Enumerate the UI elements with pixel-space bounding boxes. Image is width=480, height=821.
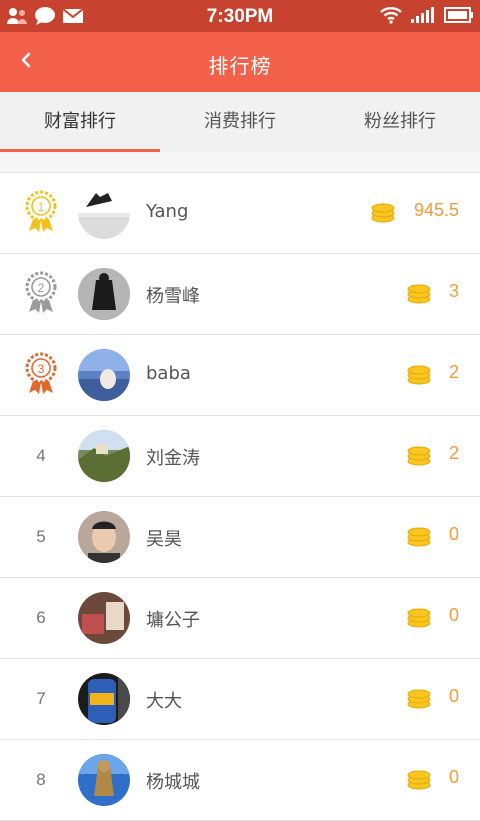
ranking-row[interactable]: 3 baba 2 [0, 335, 480, 416]
ranking-row[interactable]: 2 杨雪峰 3 [0, 254, 480, 335]
user-name: 吴昊 [146, 529, 182, 550]
svg-text:3: 3 [38, 362, 45, 376]
user-name: baba [146, 363, 191, 384]
user-name: 墉公子 [146, 610, 200, 631]
user-name: 大大 [146, 691, 182, 712]
wealth-value: 0 [448, 524, 459, 544]
rank-number: 4 [36, 446, 46, 465]
wifi-icon [380, 6, 402, 28]
wealth-value: 0 [448, 686, 459, 706]
wealth-value: 945.5 [413, 200, 459, 220]
rank-number: 7 [36, 689, 46, 708]
wealth-value: 3 [448, 281, 459, 301]
bronze-medal-icon: 3 [21, 351, 61, 400]
avatar[interactable] [78, 754, 130, 806]
rank-number: 6 [36, 608, 46, 627]
user-name: 刘金涛 [146, 448, 200, 469]
gold-medal-icon: 1 [21, 189, 61, 238]
silver-medal-icon: 2 [21, 270, 61, 319]
coin-stack-icon [370, 201, 396, 227]
user-name: 杨雪峰 [146, 286, 200, 307]
wealth-value: 2 [448, 362, 459, 382]
coin-stack-icon [406, 687, 432, 713]
coin-stack-icon [406, 606, 432, 632]
signal-icon [410, 6, 436, 28]
coin-stack-icon [406, 525, 432, 551]
tab-wealth[interactable]: 财富排行 [0, 92, 160, 152]
ranking-row[interactable]: 7 大大 0 [0, 659, 480, 740]
user-name: Yang [146, 201, 189, 222]
avatar[interactable] [78, 430, 130, 482]
ranking-row[interactable]: 6 墉公子 0 [0, 578, 480, 659]
ranking-row[interactable]: 4 刘金涛 2 [0, 416, 480, 497]
coin-stack-icon [406, 363, 432, 389]
app-header: 排行榜 [0, 32, 480, 92]
ranking-tabs: 财富排行 消费排行 粉丝排行 [0, 92, 480, 152]
rank-number: 8 [36, 770, 46, 789]
wealth-value: 2 [448, 443, 459, 463]
rank-indicator: 1 [14, 189, 68, 238]
ranking-row[interactable]: 1 Yang 945.5 [0, 173, 480, 254]
wealth-value: 0 [448, 767, 459, 787]
ranking-list: 1 Yang 945.5 2 杨雪峰 3 3 baba 2 4 刘金涛 2 5 … [0, 173, 480, 821]
coin-stack-icon [406, 444, 432, 470]
coin-stack-icon [406, 768, 432, 794]
avatar[interactable] [78, 187, 130, 239]
battery-icon [444, 6, 474, 28]
ranking-row[interactable]: 5 吴昊 0 [0, 497, 480, 578]
avatar[interactable] [78, 349, 130, 401]
avatar[interactable] [78, 268, 130, 320]
wealth-value: 0 [448, 605, 459, 625]
avatar[interactable] [78, 511, 130, 563]
system-icons [380, 6, 474, 28]
user-name: 杨城城 [146, 772, 200, 793]
coin-stack-icon [406, 282, 432, 308]
ranking-row[interactable]: 8 杨城城 0 [0, 740, 480, 821]
avatar[interactable] [78, 592, 130, 644]
avatar[interactable] [78, 673, 130, 725]
rank-number: 5 [36, 527, 46, 546]
tab-fans[interactable]: 粉丝排行 [320, 92, 480, 152]
tab-spending[interactable]: 消费排行 [160, 92, 320, 152]
page-title: 排行榜 [208, 54, 272, 78]
status-bar: 7:30PM [0, 0, 480, 32]
rank-indicator: 3 [14, 351, 68, 400]
svg-text:2: 2 [38, 281, 45, 295]
svg-text:1: 1 [38, 200, 45, 214]
section-divider [0, 152, 480, 173]
rank-indicator: 2 [14, 270, 68, 319]
